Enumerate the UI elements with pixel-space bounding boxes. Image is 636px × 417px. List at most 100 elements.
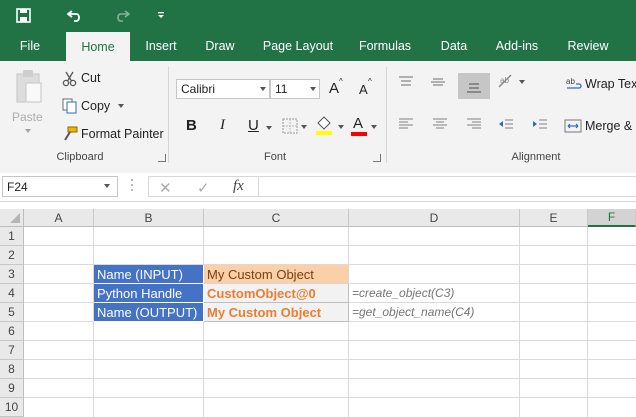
row-header-6[interactable]: 6 [0, 322, 24, 341]
cell-b3[interactable]: Name (INPUT) [94, 265, 204, 284]
save-icon[interactable] [8, 0, 38, 30]
worksheet-grid[interactable]: A B C D E F 1 2 3 4 5 6 7 8 9 10 Name (I… [0, 209, 636, 417]
paste-dropdown-icon [25, 129, 31, 133]
copy-icon [62, 98, 77, 114]
column-header-d[interactable]: D [349, 209, 520, 227]
customize-toolbar-icon[interactable] [152, 0, 170, 30]
fill-color-button[interactable] [314, 115, 346, 137]
row-header-7[interactable]: 7 [0, 341, 24, 360]
insert-function-icon[interactable]: fx [233, 178, 244, 195]
bold-icon: B [186, 117, 197, 134]
format-painter-button[interactable]: Format Painter [60, 125, 170, 145]
copy-dropdown-icon [118, 104, 124, 108]
cell-b4[interactable]: Python Handle [94, 284, 204, 303]
paste-button[interactable]: Paste [8, 67, 48, 137]
font-color-icon: A [353, 115, 364, 132]
cell-c4[interactable]: CustomObject@0 [204, 284, 349, 303]
select-all-button[interactable] [0, 209, 24, 227]
formula-input[interactable] [258, 176, 636, 197]
shrink-font-button[interactable]: A ^ [356, 77, 376, 99]
chevron-down-icon [266, 126, 272, 130]
row-header-10[interactable]: 10 [0, 398, 24, 417]
paint-bucket-icon [316, 116, 332, 135]
copy-button[interactable]: Copy [60, 97, 130, 117]
column-header-e[interactable]: E [520, 209, 588, 227]
tab-file[interactable]: File [8, 30, 52, 61]
merge-center-button[interactable]: Merge & [564, 117, 636, 137]
column-header-a[interactable]: A [24, 209, 94, 227]
redo-icon[interactable] [107, 0, 137, 30]
underline-icon: U [248, 117, 259, 134]
font-name-dropdown[interactable]: Calibri [176, 79, 270, 99]
row-header-4[interactable]: 4 [0, 284, 24, 303]
formula-buttons: ✕ ✓ fx [148, 176, 258, 197]
tab-home[interactable]: Home [66, 32, 130, 61]
font-size-dropdown[interactable]: 11 [270, 79, 320, 99]
tab-review[interactable]: Review [560, 30, 616, 61]
cancel-icon[interactable]: ✕ [159, 179, 172, 197]
group-divider [168, 67, 169, 163]
align-left-button[interactable] [398, 117, 418, 133]
grow-font-button[interactable]: A ^ [327, 77, 347, 99]
name-box[interactable]: F24 [2, 176, 118, 197]
formula-bar-grip-icon [131, 179, 134, 193]
tab-page-layout[interactable]: Page Layout [258, 30, 338, 61]
row-header-3[interactable]: 3 [0, 265, 24, 284]
underline-button[interactable]: U [246, 115, 274, 137]
cell-c5[interactable]: My Custom Object [204, 303, 349, 322]
font-size-value: 11 [275, 82, 288, 96]
font-dialog-launcher[interactable] [373, 154, 381, 162]
clipboard-dialog-launcher[interactable] [158, 154, 166, 162]
undo-icon[interactable] [60, 0, 90, 30]
column-header-f[interactable]: F [588, 209, 636, 227]
align-right-button[interactable] [466, 117, 486, 133]
increase-indent-button[interactable] [532, 117, 552, 133]
font-color-button[interactable]: A [350, 115, 380, 137]
middle-align-button[interactable] [430, 75, 450, 91]
chevron-down-icon [371, 125, 377, 129]
row-header-9[interactable]: 9 [0, 379, 24, 398]
ribbon: Paste Cut Copy Format Painter Clipboard … [0, 61, 636, 174]
italic-button[interactable]: I [216, 115, 234, 137]
increase-indent-icon [533, 119, 547, 129]
row-header-5[interactable]: 5 [0, 303, 24, 322]
svg-text:ab: ab [566, 77, 575, 86]
bold-button[interactable]: B [183, 115, 201, 137]
enter-icon[interactable]: ✓ [197, 179, 210, 197]
cell-d4[interactable]: =create_object(C3) [349, 284, 520, 303]
decrease-indent-button[interactable] [498, 117, 518, 133]
align-center-icon [433, 118, 447, 129]
cell-b5[interactable]: Name (OUTPUT) [94, 303, 204, 322]
borders-button[interactable] [280, 117, 310, 135]
select-all-triangle-icon [10, 213, 20, 223]
tab-formulas[interactable]: Formulas [352, 30, 418, 61]
tab-insert[interactable]: Insert [138, 30, 184, 61]
column-header-b[interactable]: B [94, 209, 204, 227]
align-right-icon [467, 118, 481, 129]
align-center-button[interactable] [432, 117, 452, 133]
top-align-icon [399, 76, 413, 86]
tab-draw[interactable]: Draw [198, 30, 242, 61]
bottom-align-button[interactable] [458, 73, 490, 99]
quick-access-toolbar [0, 0, 636, 30]
row-header-8[interactable]: 8 [0, 360, 24, 379]
tab-add-ins[interactable]: Add-ins [489, 30, 545, 61]
clipboard-group-label: Clipboard [56, 151, 104, 163]
gridlines [24, 227, 636, 417]
chevron-down-icon [260, 87, 266, 91]
align-left-icon [399, 118, 413, 129]
font-name-value: Calibri [181, 82, 216, 96]
row-header-1[interactable]: 1 [0, 227, 24, 246]
cell-d5[interactable]: =get_object_name(C4) [349, 303, 520, 322]
merge-label: Merge & [585, 119, 633, 133]
tab-data[interactable]: Data [432, 30, 476, 61]
cell-c3[interactable]: My Custom Object [204, 265, 349, 284]
row-header-2[interactable]: 2 [0, 246, 24, 265]
column-header-c[interactable]: C [204, 209, 349, 227]
top-align-button[interactable] [398, 75, 418, 91]
up-caret-icon: ^ [339, 77, 343, 86]
orientation-button[interactable]: ab [497, 73, 527, 95]
wrap-text-button[interactable]: ab Wrap Text [566, 75, 636, 95]
group-divider [386, 67, 387, 163]
cut-button[interactable]: Cut [60, 69, 110, 89]
